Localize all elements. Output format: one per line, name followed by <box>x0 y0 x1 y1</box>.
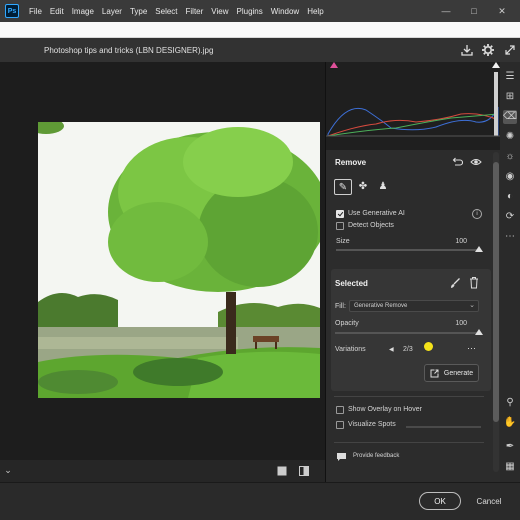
prev-variation-icon[interactable]: ◀ <box>389 346 394 353</box>
more-options-icon[interactable]: ⋯ <box>467 343 476 354</box>
eraser-brush-icon[interactable]: ✎ <box>334 179 352 195</box>
provide-feedback-link[interactable]: Provide feedback <box>353 453 399 459</box>
menu-edit[interactable]: Edit <box>46 7 68 16</box>
remove-properties-panel: Remove ✎ ✤ ♟ Use Generative AI i Detect … <box>325 62 501 482</box>
sun-icon[interactable]: ☼ <box>503 150 517 164</box>
photo-tree-landscape[interactable] <box>38 122 320 398</box>
stamp-icon[interactable]: ♟ <box>374 179 392 195</box>
hand-icon[interactable]: ✋ <box>503 416 517 430</box>
divider <box>334 396 484 397</box>
opacity-slider[interactable] <box>335 329 483 335</box>
split-view-icon[interactable] <box>298 465 310 477</box>
histogram <box>326 62 501 150</box>
ok-button[interactable]: OK <box>419 492 461 510</box>
menu-filter[interactable]: Filter <box>182 7 208 16</box>
variations-value: 2/3 <box>403 346 413 353</box>
generate-label: Generate <box>443 369 474 377</box>
fill-dropdown[interactable]: Generative Remove ⌄ <box>349 300 479 312</box>
crop-icon[interactable]: ⊞ <box>503 90 517 104</box>
eye-icon[interactable] <box>470 156 482 168</box>
cancel-button[interactable]: Cancel <box>472 492 506 510</box>
opacity-label: Opacity <box>335 320 359 327</box>
opacity-value[interactable]: 100 <box>441 320 467 327</box>
opacity-slider-handle[interactable] <box>475 329 483 335</box>
menu-bar: Ps File Edit Image Layer Type Select Fil… <box>0 0 520 22</box>
dialog-title-bar: Photoshop tips and tricks (LBN DESIGNER)… <box>0 38 520 62</box>
minimize-icon[interactable]: — <box>432 6 460 16</box>
zoom-icon[interactable]: ⚲ <box>503 396 517 410</box>
show-overlay-checkbox[interactable] <box>336 406 344 414</box>
sparkle-icon[interactable]: ✺ <box>503 130 517 144</box>
menu-view[interactable]: View <box>207 7 232 16</box>
divider <box>334 442 484 443</box>
brush-icon[interactable] <box>449 277 461 289</box>
chevron-down-icon: ⌄ <box>469 302 475 309</box>
detect-objects-checkbox[interactable] <box>336 222 344 230</box>
show-overlay-label: Show Overlay on Hover <box>348 406 422 413</box>
gear-icon[interactable] <box>481 43 495 57</box>
fill-dropdown-value: Generative Remove <box>354 303 408 309</box>
options-bar <box>0 22 520 38</box>
info-icon[interactable]: i <box>472 209 482 219</box>
selected-section: Selected Fill: Generative Remove ⌄ Opaci… <box>331 269 491 391</box>
maximize-icon[interactable]: □ <box>460 6 488 16</box>
size-slider[interactable] <box>336 246 483 252</box>
eyedropper-icon[interactable]: ✒ <box>503 440 517 454</box>
right-toolbar: ☰ ⊞ ⌫ ✺ ☼ ◉ ◐ ⟳ ⋯ ⚲ ✋ ✒ ▦ <box>500 62 520 482</box>
eye-icon[interactable]: ◉ <box>503 170 517 184</box>
photoshop-logo: Ps <box>5 4 19 18</box>
size-value[interactable]: 100 <box>441 238 467 245</box>
menu-layer[interactable]: Layer <box>98 7 126 16</box>
adjust-icon[interactable]: ☰ <box>503 70 517 84</box>
expand-icon[interactable] <box>503 43 517 57</box>
panel-scrollbar[interactable] <box>493 152 499 472</box>
grid-icon[interactable]: ▦ <box>503 460 517 474</box>
selected-title: Selected <box>335 279 368 288</box>
chevron-down-icon[interactable]: ⌄ <box>2 465 14 477</box>
close-icon[interactable]: ✕ <box>488 6 516 17</box>
file-name: Photoshop tips and tricks (LBN DESIGNER)… <box>44 45 214 55</box>
menu-select[interactable]: Select <box>151 7 181 16</box>
download-icon[interactable] <box>460 43 474 57</box>
more-icon[interactable]: ⋯ <box>503 230 517 244</box>
color-icon[interactable]: ◐ <box>503 190 517 204</box>
scrollbar-thumb[interactable] <box>493 162 499 422</box>
size-slider-handle[interactable] <box>475 246 483 252</box>
rotate-icon[interactable]: ⟳ <box>503 210 517 224</box>
size-label: Size <box>336 238 350 245</box>
eraser-icon[interactable]: ⌫ <box>503 110 517 124</box>
menu-help[interactable]: Help <box>303 7 327 16</box>
single-view-icon[interactable] <box>276 465 288 477</box>
detect-objects-label: Detect Objects <box>348 222 394 229</box>
canvas-bottom-bar: ⌄ <box>0 460 325 482</box>
use-generative-ai-checkbox[interactable] <box>336 210 344 218</box>
canvas-area <box>0 62 325 460</box>
generate-button[interactable]: Generate <box>424 364 479 382</box>
visualize-spots-checkbox[interactable] <box>336 421 344 429</box>
menu-type[interactable]: Type <box>126 7 151 16</box>
visualize-spots-slider[interactable] <box>406 426 481 428</box>
remove-title: Remove <box>335 158 367 167</box>
variations-label: Variations <box>335 346 366 353</box>
window-controls: — □ ✕ <box>432 0 516 22</box>
use-generative-ai-label: Use Generative AI <box>348 210 405 217</box>
bandage-icon[interactable]: ✤ <box>354 179 372 195</box>
fill-label: Fill: <box>335 303 346 310</box>
menu-file[interactable]: File <box>25 7 46 16</box>
generate-icon <box>430 369 439 378</box>
remove-tool-group: ✎ ✤ ♟ <box>334 179 414 195</box>
feedback-icon[interactable] <box>336 452 347 462</box>
visualize-spots-label: Visualize Spots <box>348 421 396 428</box>
dialog-footer: OK Cancel <box>0 482 520 520</box>
menu-plugins[interactable]: Plugins <box>233 7 267 16</box>
menu-window[interactable]: Window <box>267 7 303 16</box>
menu-image[interactable]: Image <box>68 7 98 16</box>
trash-icon[interactable] <box>468 276 480 289</box>
mouse-cursor-highlight <box>424 342 433 351</box>
reset-icon[interactable] <box>451 156 464 168</box>
